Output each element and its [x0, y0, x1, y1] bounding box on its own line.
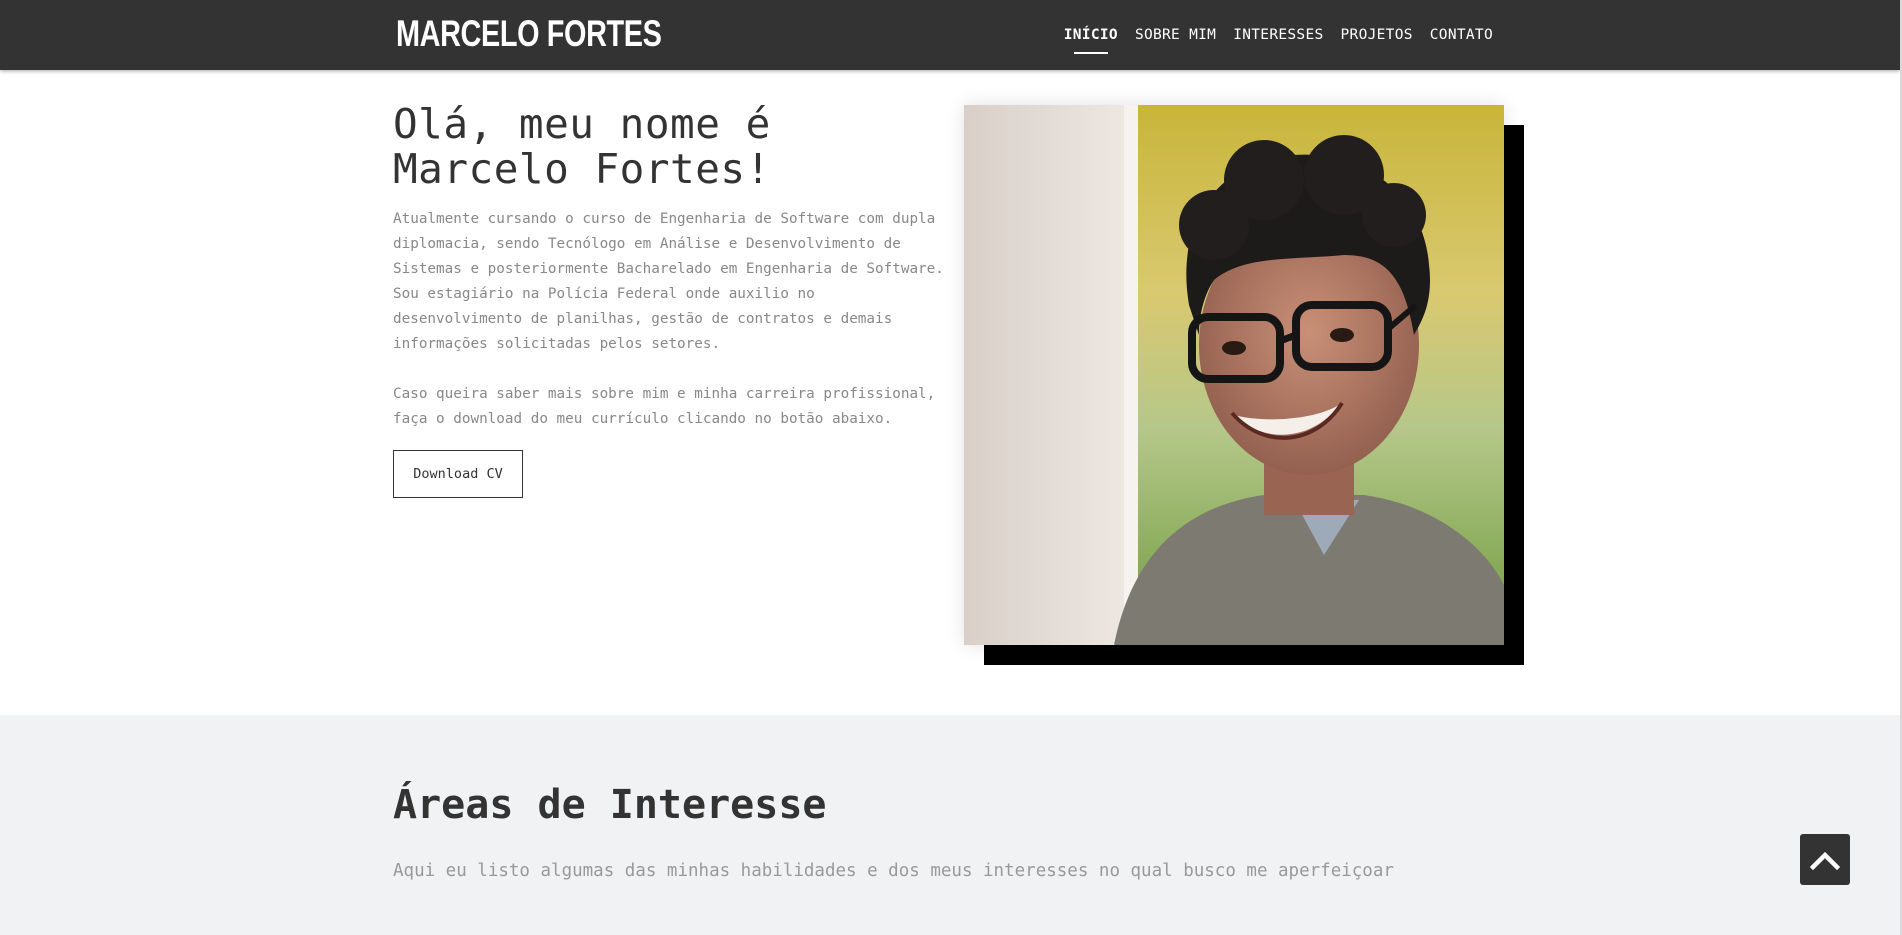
interests-subtitle: Aqui eu listo algumas das minhas habilid…	[393, 861, 1394, 881]
interests-title: Áreas de Interesse	[393, 782, 827, 828]
chevron-up-icon	[1810, 851, 1840, 870]
interests-section	[0, 715, 1900, 935]
download-cv-button[interactable]: Download CV	[393, 450, 523, 498]
site-logo[interactable]: MARCELO FORTES	[396, 10, 662, 58]
hero-description: Atualmente cursando o curso de Engenhari…	[393, 211, 944, 352]
nav-link-contato[interactable]: CONTATO	[1430, 22, 1493, 48]
back-to-top-button[interactable]	[1800, 834, 1850, 885]
nav-link-projetos[interactable]: PROJETOS	[1341, 22, 1413, 48]
profile-photo	[964, 105, 1504, 645]
hero-cv-note: Caso queira saber mais sobre mim e minha…	[393, 386, 936, 427]
hero-title: Olá, meu nome é Marcelo Fortes!	[393, 100, 771, 193]
site-header: MARCELO FORTES INÍCIO SOBRE MIM INTERESS…	[0, 0, 1900, 70]
main-nav: INÍCIO SOBRE MIM INTERESSES PROJETOS CON…	[1064, 22, 1493, 48]
nav-link-interesses[interactable]: INTERESSES	[1233, 22, 1323, 48]
nav-link-sobre-mim[interactable]: SOBRE MIM	[1135, 22, 1216, 48]
nav-link-inicio[interactable]: INÍCIO	[1064, 22, 1118, 48]
